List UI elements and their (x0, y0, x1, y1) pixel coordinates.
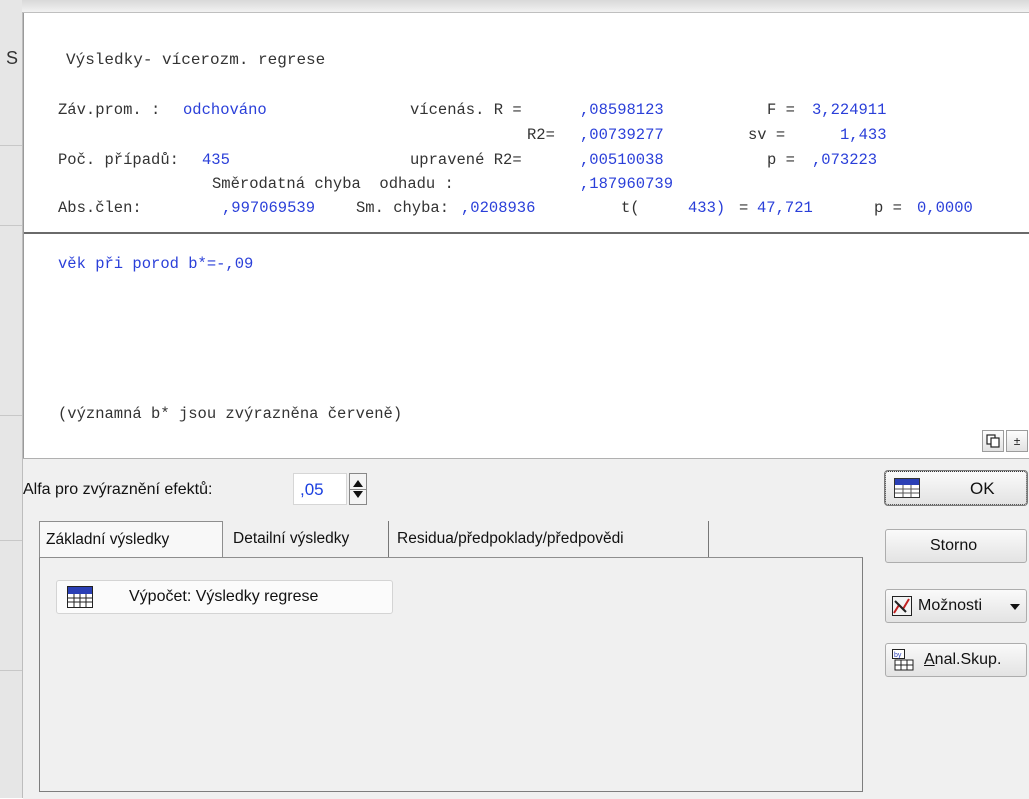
results-divider (24, 232, 1029, 234)
cases-label: Poč. případů: (58, 151, 179, 169)
alpha-label: Alfa pro zvýraznění efektů: (23, 481, 213, 498)
adjusted-r2-label: upravené R2= (410, 151, 522, 169)
divider (0, 670, 22, 671)
df-label: sv = (748, 126, 786, 144)
f-label: F = (767, 101, 795, 119)
spin-up-icon[interactable] (353, 480, 363, 487)
r2-value: ,00739277 (580, 126, 664, 144)
spin-down-icon[interactable] (353, 491, 363, 498)
df-value: 1,433 (840, 126, 887, 144)
copy-button[interactable] (982, 430, 1004, 452)
p-label: p = (767, 151, 795, 169)
copy-icon (986, 434, 1000, 448)
divider (0, 540, 22, 541)
window-top-border (22, 0, 1029, 13)
t-label: t( (621, 199, 640, 217)
intercept-value: ,997069539 (222, 199, 316, 217)
summary-icon (67, 586, 93, 608)
by-group-icon: by (892, 649, 914, 671)
options-button[interactable]: Možnosti (885, 589, 1027, 623)
svg-text:by: by (894, 652, 902, 659)
options-icon (892, 596, 912, 616)
results-title: Výsledky- vícerozm. regrese (66, 51, 326, 69)
ok-icon (894, 478, 920, 498)
tab-basic-results[interactable]: Základní výsledky (39, 521, 223, 559)
multiple-r-value: ,08598123 (580, 101, 664, 119)
compute-regression-button[interactable]: Výpočet: Výsledky regrese (56, 580, 393, 614)
arrow-up-icon: ± (1013, 434, 1021, 448)
options-dialog: Alfa pro zvýraznění efektů: ,05 Základní… (23, 458, 1029, 799)
results-panel: Výsledky- vícerozm. regrese Záv.prom. : … (23, 13, 1029, 458)
adjusted-r2-value: ,00510038 (580, 151, 664, 169)
p2-value: 0,0000 (917, 199, 973, 217)
p-value: ,073223 (812, 151, 878, 169)
t-value: 47,721 (757, 199, 813, 217)
intercept-se-label: Sm. chyba: (356, 199, 450, 217)
t-df-value: 433) (688, 199, 726, 217)
std-error-estimate-value: ,187960739 (580, 175, 674, 193)
compute-button-label: Výpočet: Výsledky regrese (129, 588, 319, 605)
by-group-label: Anal.Skup. (924, 651, 1002, 668)
divider (0, 225, 22, 226)
ok-label: OK (970, 479, 995, 498)
p2-label: p = (874, 199, 902, 217)
tab-detailed-results[interactable]: Detailní výsledky (227, 521, 389, 557)
f-value: 3,224911 (812, 101, 887, 119)
effect-line: věk při porod b*=-,09 (58, 255, 254, 273)
tab-panel: Výpočet: Výsledky regrese (39, 557, 863, 792)
std-error-estimate-label: Směrodatná chyba odhadu : (212, 175, 454, 193)
dependent-variable-value: odchováno (183, 101, 267, 119)
intercept-label: Abs.člen: (58, 199, 142, 217)
background-window-label: S (6, 48, 19, 68)
alpha-spinner[interactable] (349, 473, 367, 505)
options-label: Možnosti (918, 597, 983, 614)
cancel-button[interactable]: Storno (885, 529, 1027, 563)
chevron-down-icon (1010, 604, 1020, 610)
ok-button[interactable]: OK (884, 470, 1028, 506)
tab-residuals[interactable]: Residua/předpoklady/předpovědi (391, 521, 709, 557)
background-window-strip: S (0, 0, 23, 798)
spinner-divider (350, 489, 366, 490)
alpha-input[interactable]: ,05 (293, 473, 347, 505)
t-equals: = (739, 199, 749, 217)
cases-value: 435 (202, 151, 230, 169)
intercept-se-value: ,0208936 (461, 199, 536, 217)
expand-button[interactable]: ± (1006, 430, 1028, 452)
by-group-button[interactable]: by Anal.Skup. (885, 643, 1027, 677)
divider (0, 145, 22, 146)
dependent-variable-label: Záv.prom. : (58, 101, 161, 119)
multiple-r-label: vícenás. R = (410, 101, 522, 119)
divider (0, 415, 22, 416)
r2-label: R2= (527, 126, 555, 144)
significance-note: (významná b* jsou zvýrazněna červeně) (58, 405, 403, 423)
cancel-label: Storno (930, 537, 978, 554)
